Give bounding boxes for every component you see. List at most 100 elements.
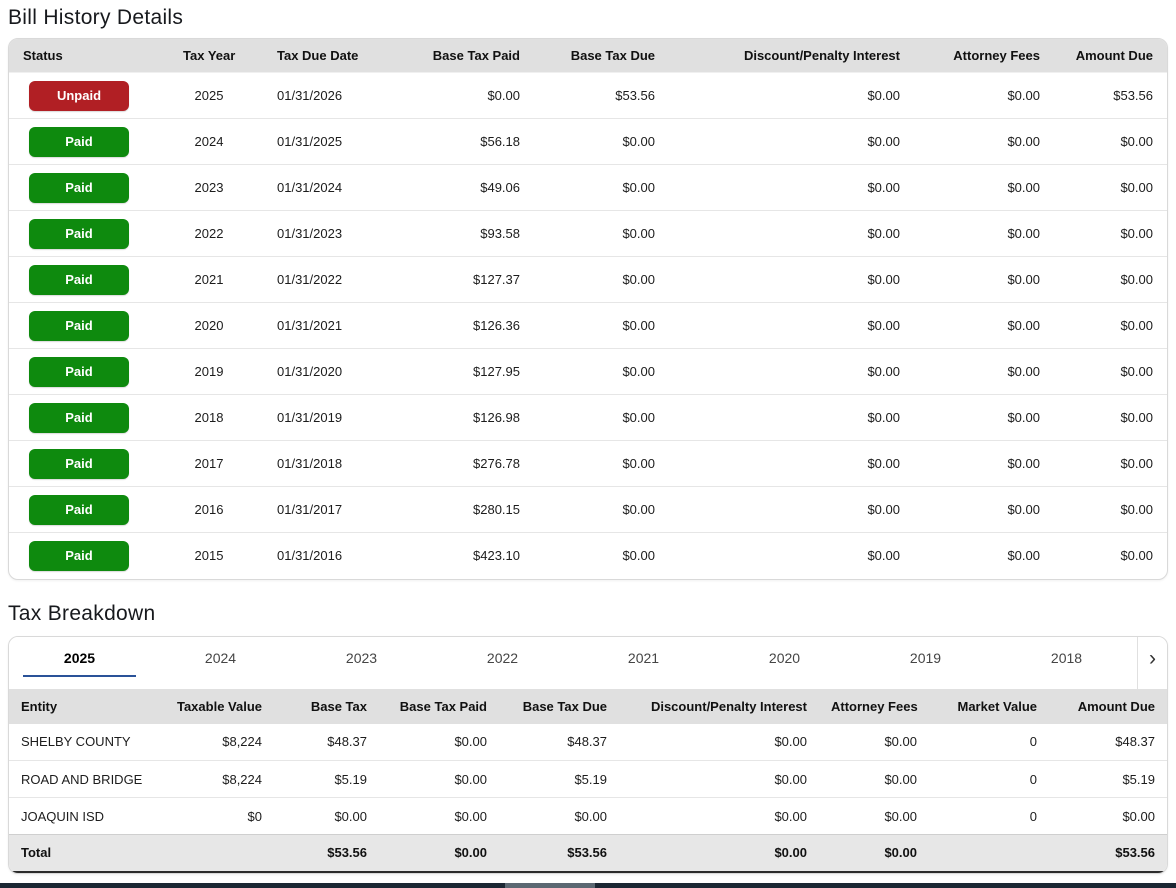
column-header-attorney-fees: Attorney Fees (819, 688, 929, 724)
base-tax-paid-cell: $49.06 (399, 164, 534, 211)
column-header-tax-due-date: Tax Due Date (249, 39, 399, 73)
market-value-cell: 0 (1029, 734, 1037, 750)
amount-due-cell: $0.00 (1049, 797, 1167, 835)
base-tax-due-cell: $0.00 (534, 210, 669, 257)
total-row: Total $53.56 $0.00 $53.56 $0.00 $0.00 $53.56 (9, 834, 1167, 873)
discount-penalty-interest-cell: $0.00 (669, 210, 914, 257)
total-market-value-cell (929, 834, 1049, 873)
attorney-fees-cell: $0.00 (914, 256, 1054, 303)
tax-due-date-cell: 01/31/2018 (249, 440, 399, 487)
status-badge-paid: Paid (29, 172, 129, 203)
status-cell: Paid (9, 118, 169, 165)
tax-year-cell: 2022 (169, 210, 249, 257)
amount-due-cell: $5.19 (1049, 760, 1167, 798)
base-tax-paid-cell: $56.18 (399, 118, 534, 165)
tax-year-cell: 2021 (169, 256, 249, 303)
attorney-fees-cell: $0.00 (914, 210, 1054, 257)
status-badge-paid: Paid (29, 540, 129, 571)
base-tax-paid-cell: $126.36 (399, 302, 534, 349)
discount-penalty-interest-cell: $0.00 (669, 164, 914, 211)
base-tax-paid-cell: $0.00 (379, 797, 499, 835)
bill-history-row: Paid 2020 01/31/2021 $126.36 $0.00 $0.00 $0.00… (9, 302, 1167, 349)
tax-year-cell: 2023 (169, 164, 249, 211)
status-cell: Unpaid (9, 72, 169, 119)
status-cell: Paid (9, 164, 169, 211)
tab-2023[interactable]: 2023 (291, 637, 432, 689)
tax-year-cell: 2024 (169, 118, 249, 165)
discount-penalty-interest-cell: $0.00 (669, 440, 914, 487)
bill-history-row: Paid 2021 01/31/2022 $127.37 $0.00 $0.00 $0.00… (9, 256, 1167, 303)
tab-2022[interactable]: 2022 (432, 637, 573, 689)
base-tax-due-cell: $0.00 (534, 256, 669, 303)
base-tax-due-cell: $53.56 (534, 72, 669, 119)
column-header-base-tax-due: Base Tax Due (499, 688, 619, 724)
tax-breakdown-header: Entity Taxable Value Base Tax Base Tax Paid… (9, 688, 1167, 724)
attorney-fees-cell: $0.00 (914, 72, 1054, 119)
status-cell: Paid (9, 532, 169, 579)
amount-due-cell: $0.00 (1054, 394, 1167, 441)
column-header-base-tax-paid: Base Tax Paid (399, 39, 534, 73)
tax-year-cell: 2019 (169, 348, 249, 395)
column-header-tax-year: Tax Year (169, 39, 249, 73)
tax-year-cell: 2025 (169, 72, 249, 119)
discount-penalty-interest-cell: $0.00 (619, 760, 819, 798)
tab-2025[interactable]: 2025 (9, 637, 150, 689)
discount-penalty-interest-cell: $0.00 (669, 348, 914, 395)
next-tabs-button[interactable]: › (1137, 636, 1167, 689)
column-header-base-tax: Base Tax (274, 688, 379, 724)
scrollbar-thumb[interactable] (505, 883, 595, 888)
tab-2018[interactable]: 2018 (996, 637, 1137, 689)
tax-due-date-cell: 01/31/2020 (249, 348, 399, 395)
horizontal-scrollbar[interactable] (0, 883, 1176, 888)
attorney-fees-cell: $0.00 (819, 760, 929, 798)
status-badge-paid: Paid (29, 310, 129, 341)
column-header-base-tax-paid: Base Tax Paid (379, 688, 499, 724)
base-tax-paid-cell: $93.58 (399, 210, 534, 257)
base-tax-due-cell: $0.00 (534, 440, 669, 487)
status-cell: Paid (9, 210, 169, 257)
bill-history-body: Unpaid 2025 01/31/2026 $0.00 $53.56 $0.00 $0.0… (9, 72, 1167, 579)
base-tax-due-cell: $5.19 (499, 760, 619, 798)
status-cell: Paid (9, 256, 169, 303)
tax-year-cell: 2015 (169, 532, 249, 579)
status-badge-paid: Paid (29, 126, 129, 157)
tab-2021[interactable]: 2021 (573, 637, 714, 689)
discount-penalty-interest-cell: $0.00 (669, 394, 914, 441)
base-tax-paid-cell: $276.78 (399, 440, 534, 487)
tax-breakdown-row: SHELBY COUNTY $8,224 $48.37 $0.00 $48.37 $0.0… (9, 724, 1167, 761)
amount-due-cell: $0.00 (1054, 348, 1167, 395)
tax-breakdown-row: ROAD AND BRIDGE $8,224 $5.19 $0.00 $5.19 $0.0… (9, 760, 1167, 798)
attorney-fees-cell: $0.00 (914, 118, 1054, 165)
status-badge-paid: Paid (29, 264, 129, 295)
attorney-fees-cell: $0.00 (914, 532, 1054, 579)
tab-2020[interactable]: 2020 (714, 637, 855, 689)
tax-due-date-cell: 01/31/2017 (249, 486, 399, 533)
status-cell: Paid (9, 302, 169, 349)
total-amount-due-cell: $53.56 (1049, 834, 1167, 873)
bill-history-row: Paid 2019 01/31/2020 $127.95 $0.00 $0.00 $0.00… (9, 348, 1167, 395)
tax-breakdown-body: SHELBY COUNTY $8,224 $48.37 $0.00 $48.37 $0.0… (9, 724, 1167, 835)
attorney-fees-cell: $0.00 (819, 797, 929, 835)
amount-due-cell: $0.00 (1054, 486, 1167, 533)
column-header-discount-penalty-interest: Discount/Penalty Interest (619, 688, 819, 724)
attorney-fees-cell: $0.00 (914, 440, 1054, 487)
total-discount-penalty-interest-cell: $0.00 (619, 834, 819, 873)
column-header-amount-due: Amount Due (1049, 688, 1167, 724)
tax-year-cell: 2018 (169, 394, 249, 441)
column-header-base-tax-due: Base Tax Due (534, 39, 669, 73)
tax-due-date-cell: 01/31/2024 (249, 164, 399, 211)
status-badge-paid: Paid (29, 356, 129, 387)
discount-penalty-interest-cell: $0.00 (774, 734, 807, 750)
tab-2024[interactable]: 2024 (150, 637, 291, 689)
amount-due-cell: $0.00 (1054, 118, 1167, 165)
bill-history-row: Paid 2024 01/31/2025 $56.18 $0.00 $0.00 $0.00 $… (9, 118, 1167, 165)
base-tax-due-cell: $0.00 (534, 532, 669, 579)
bill-history-row: Paid 2015 01/31/2016 $423.10 $0.00 $0.00 $0.00… (9, 532, 1167, 579)
column-header-status: Status (9, 39, 169, 73)
tab-2019[interactable]: 2019 (855, 637, 996, 689)
status-badge-paid: Paid (29, 402, 129, 433)
status-cell: Paid (9, 440, 169, 487)
tax-breakdown-row: JOAQUIN ISD $0 $0.00 $0.00 $0.00 $0.00 $0.00 0 $… (9, 797, 1167, 835)
column-header-entity: Entity (9, 688, 164, 724)
tax-breakdown-header-row: Entity Taxable Value Base Tax Base Tax Paid… (9, 688, 1167, 724)
